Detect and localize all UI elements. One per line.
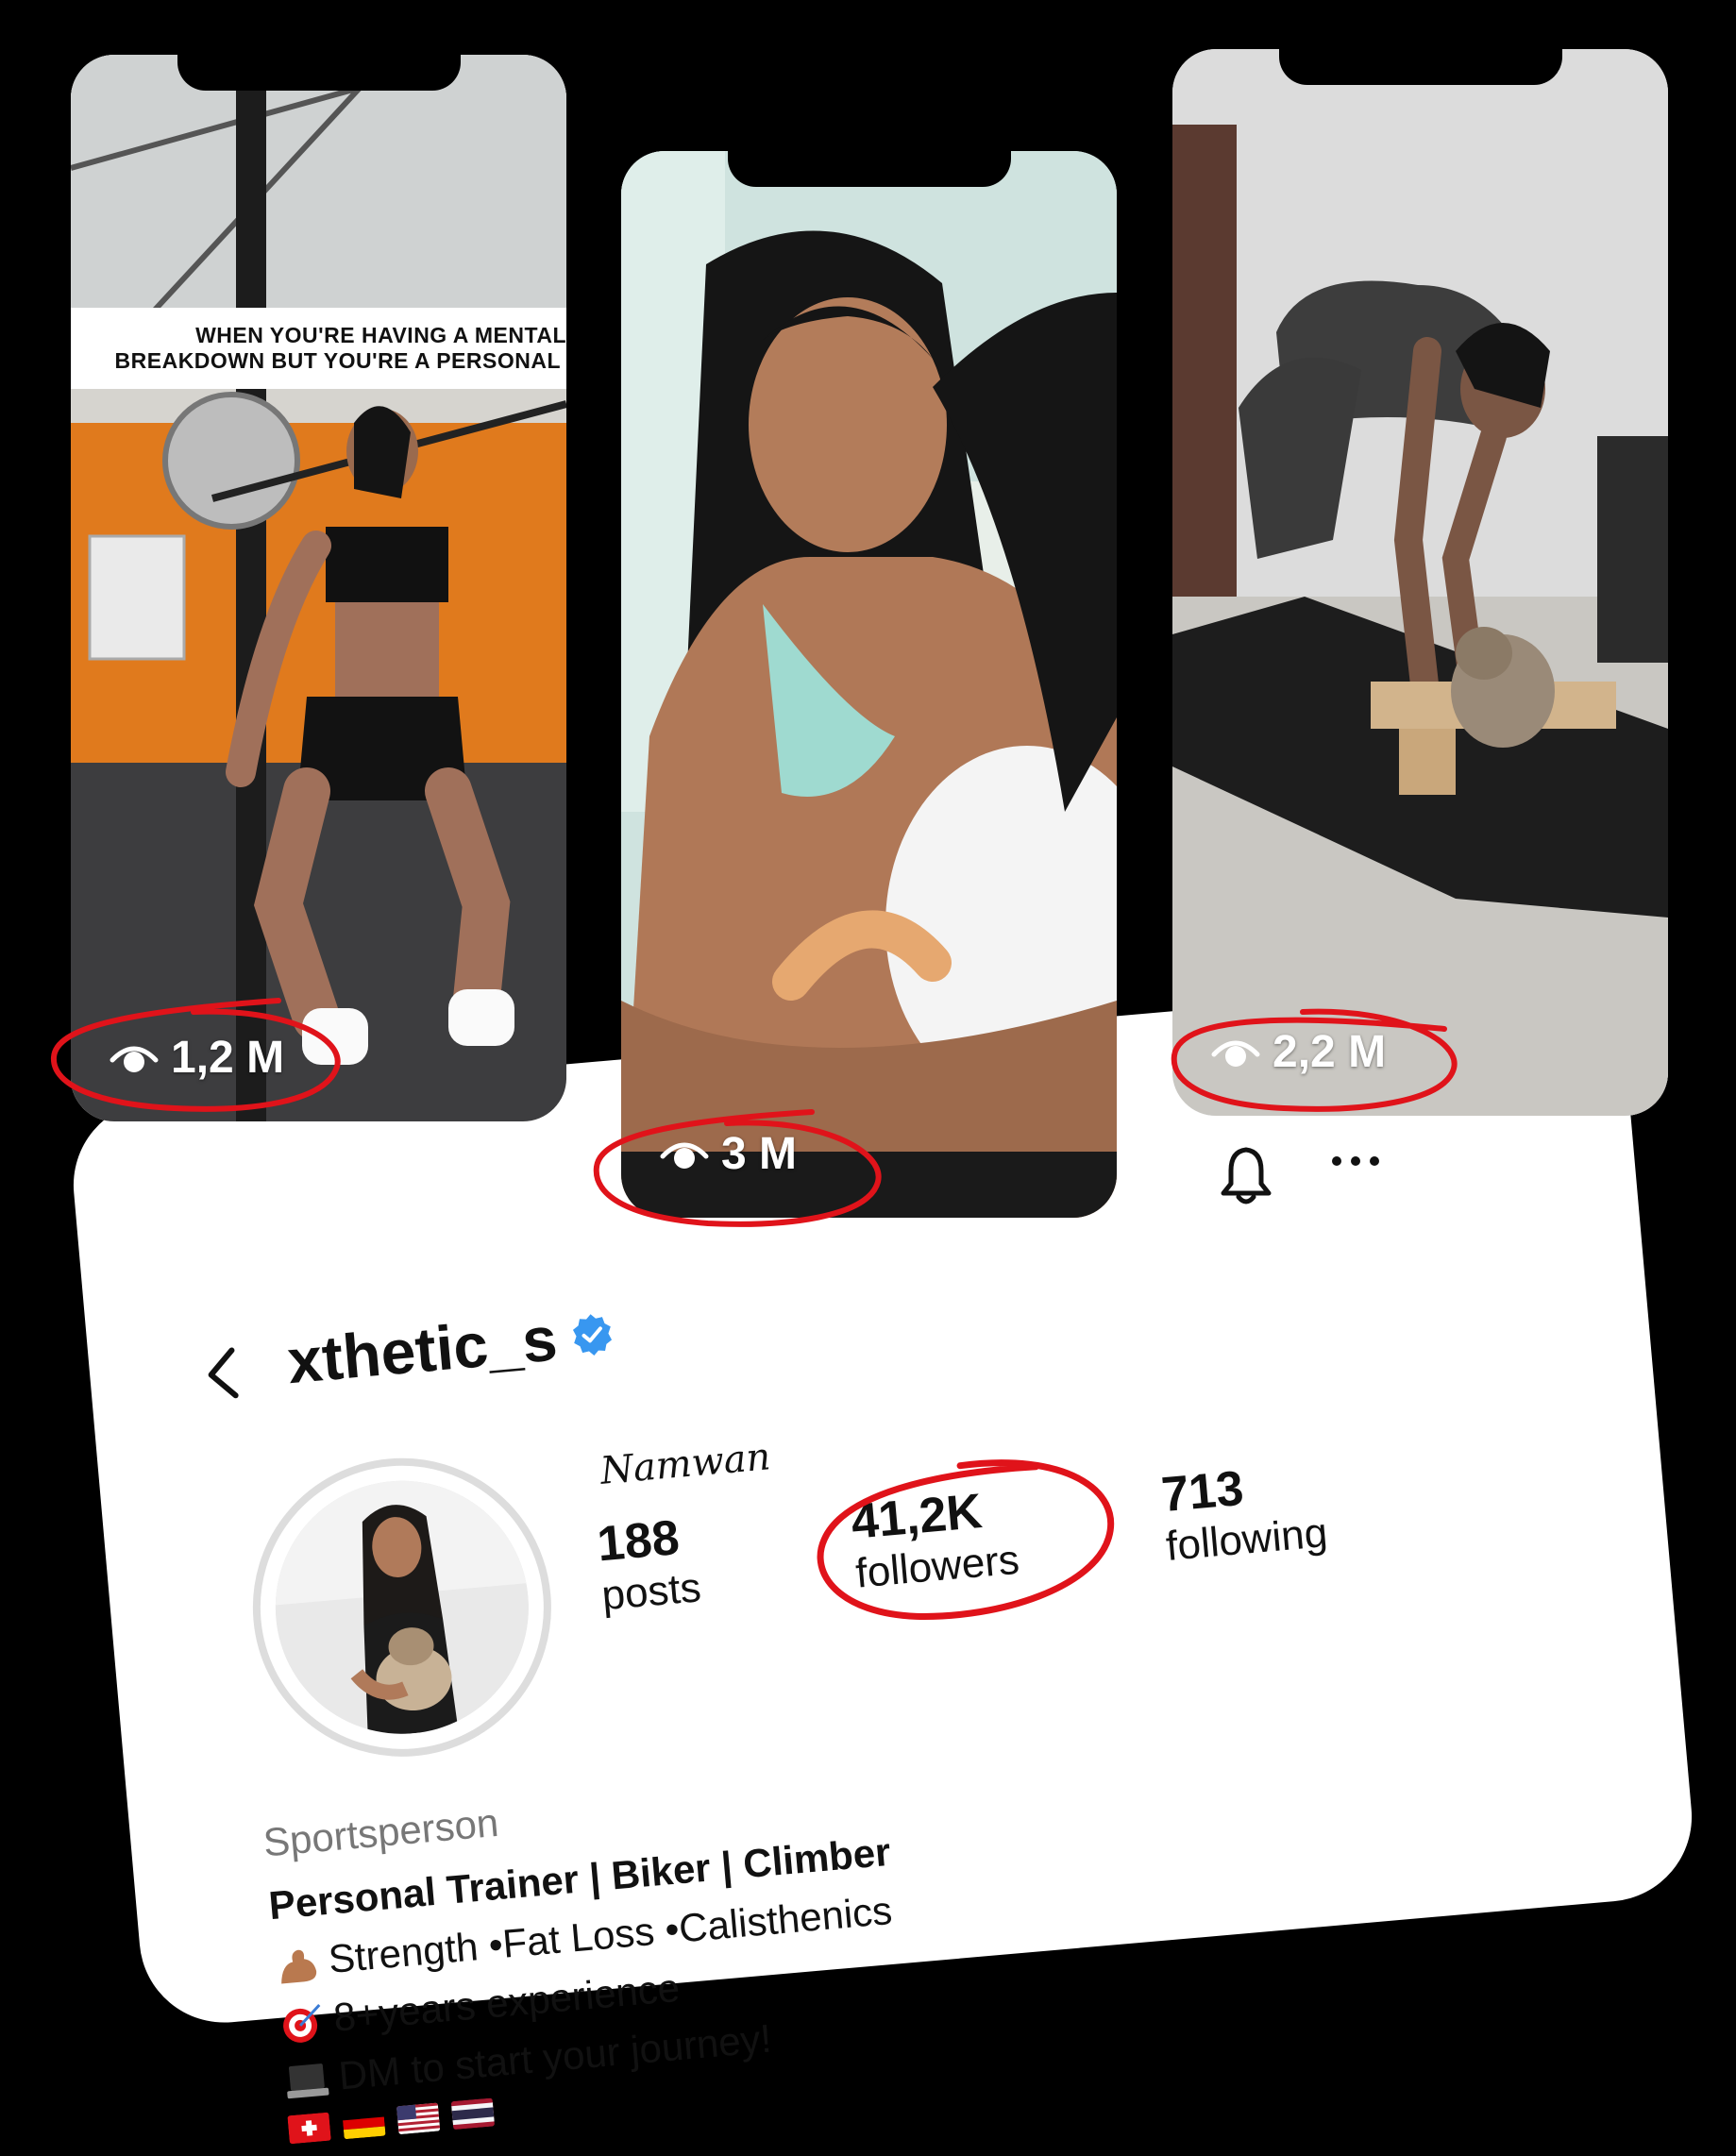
more-options-icon[interactable] <box>1329 1152 1382 1171</box>
reel-3-views: 2,2 M <box>1210 1026 1386 1078</box>
thailand-flag-icon <box>450 2097 496 2131</box>
avatar-photo <box>264 1470 540 1744</box>
reel-card-3[interactable]: 2,2 M <box>1172 49 1668 1116</box>
posts-label: posts <box>599 1564 703 1620</box>
back-chevron-icon[interactable] <box>201 1344 244 1404</box>
reel-3-view-count: 2,2 M <box>1273 1027 1387 1077</box>
eye-icon <box>110 1046 159 1072</box>
phone-notch <box>177 55 461 91</box>
laptop-icon <box>287 2063 329 2099</box>
profile-category: Sportsperson <box>261 1799 500 1865</box>
caption-line-1: WHEN YOU'RE HAVING A MENTAL <box>195 323 566 347</box>
notification-bell-icon[interactable] <box>1218 1142 1274 1208</box>
posts-count: 188 <box>595 1510 682 1573</box>
reel-card-1[interactable]: WHEN YOU'RE HAVING A MENTAL BREAKDOWN BU… <box>71 55 566 1121</box>
avatar-illustration <box>264 1470 540 1744</box>
reel-2-views: 3 M <box>659 1128 797 1180</box>
profile-username: xthetic_s <box>284 1297 617 1397</box>
reel-1-thumbnail <box>71 55 566 1121</box>
reel-1-view-count: 1,2 M <box>171 1033 285 1083</box>
phone-notch <box>727 151 1011 187</box>
display-name: Namwan <box>598 1435 773 1493</box>
profile-avatar[interactable] <box>240 1445 565 1769</box>
username-text: xthetic_s <box>284 1303 561 1397</box>
germany-flag-icon <box>342 2107 386 2140</box>
posts-stat[interactable]: 188 posts <box>595 1508 702 1620</box>
reel-2-thumbnail <box>621 151 1117 1218</box>
verified-badge-icon <box>573 1314 613 1356</box>
phone-notch <box>1278 49 1562 85</box>
eye-icon <box>660 1142 709 1169</box>
switzerland-flag-icon <box>287 2112 331 2145</box>
reel-1-caption: WHEN YOU'RE HAVING A MENTAL BREAKDOWN BU… <box>71 308 566 389</box>
profile-bio: Personal Trainer | Biker | Climber Stren… <box>266 1823 911 2145</box>
reel-2-view-count: 3 M <box>721 1129 798 1179</box>
followers-highlight-circle <box>817 1459 1115 1620</box>
reel-3-thumbnail <box>1172 49 1668 1116</box>
direct-hit-icon <box>283 2003 321 2043</box>
reel-card-2[interactable]: 3 M <box>621 151 1117 1218</box>
eye-icon <box>1211 1040 1260 1067</box>
usa-flag-icon <box>396 2102 441 2135</box>
following-stat[interactable]: 713 following <box>1159 1453 1329 1571</box>
flexed-biceps-icon <box>281 1949 317 1984</box>
caption-line-2: BREAKDOWN BUT YOU'RE A PERSONAL <box>114 348 561 373</box>
reel-1-views: 1,2 M <box>109 1032 284 1084</box>
